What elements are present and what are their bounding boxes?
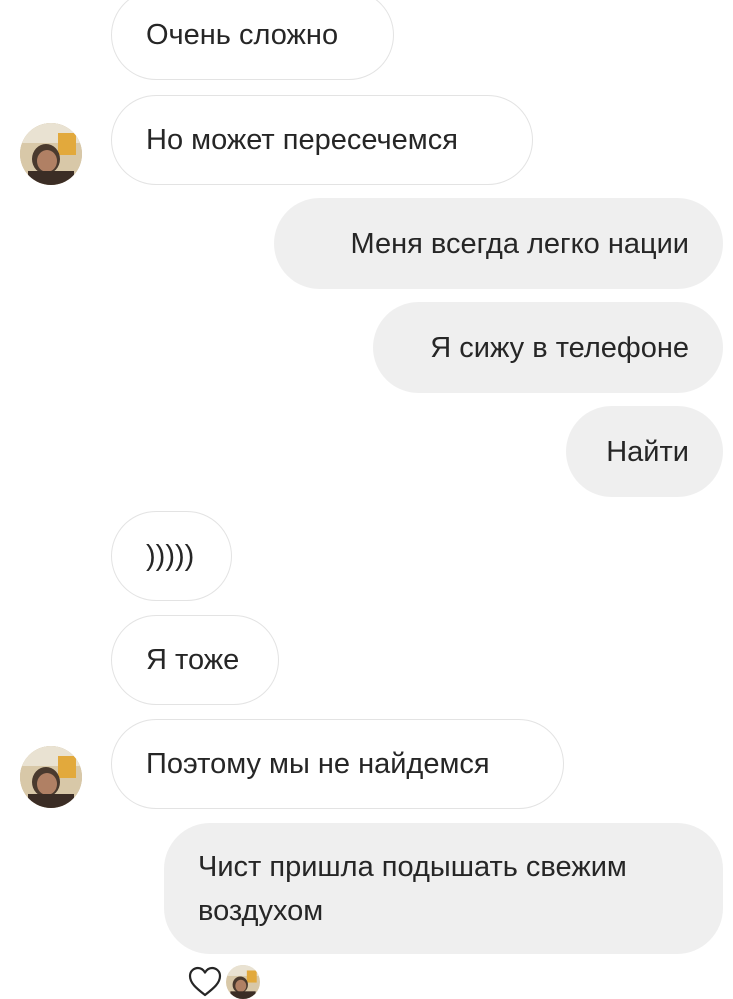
message-text: Очень сложно bbox=[146, 19, 339, 51]
avatar-image bbox=[20, 123, 82, 185]
message-text: Чист пришла подышать свежим воздухом bbox=[198, 850, 627, 927]
message-text: Я сижу в телефоне bbox=[430, 331, 689, 364]
avatar-image bbox=[226, 965, 260, 999]
message-bubble-incoming[interactable]: Я тоже bbox=[111, 615, 279, 705]
avatar[interactable] bbox=[20, 123, 82, 185]
message-text: Я тоже bbox=[146, 644, 240, 676]
message-bubble-outgoing[interactable]: Найти bbox=[566, 406, 723, 497]
message-text: Меня всегда легко нации bbox=[350, 227, 689, 260]
message-bubble-outgoing[interactable]: Меня всегда легко нации bbox=[274, 198, 723, 289]
heart-icon[interactable] bbox=[188, 966, 222, 998]
message-bubble-incoming[interactable]: Очень сложно bbox=[111, 0, 394, 80]
message-reactions[interactable] bbox=[188, 965, 260, 999]
reaction-avatar bbox=[226, 965, 260, 999]
message-text: Но может пересечемся bbox=[146, 124, 458, 156]
message-text: ))))) bbox=[146, 540, 195, 572]
avatar[interactable] bbox=[20, 746, 82, 808]
message-text: Найти bbox=[606, 435, 689, 468]
message-bubble-outgoing[interactable]: Чист пришла подышать свежим воздухом bbox=[164, 823, 723, 954]
avatar-image bbox=[20, 746, 82, 808]
message-text: Поэтому мы не найдемся bbox=[146, 748, 490, 780]
message-bubble-incoming[interactable]: Но может пересечемся bbox=[111, 95, 533, 185]
message-bubble-outgoing[interactable]: Я сижу в телефоне bbox=[373, 302, 723, 393]
message-bubble-incoming[interactable]: ))))) bbox=[111, 511, 232, 601]
message-bubble-incoming[interactable]: Поэтому мы не найдемся bbox=[111, 719, 564, 809]
